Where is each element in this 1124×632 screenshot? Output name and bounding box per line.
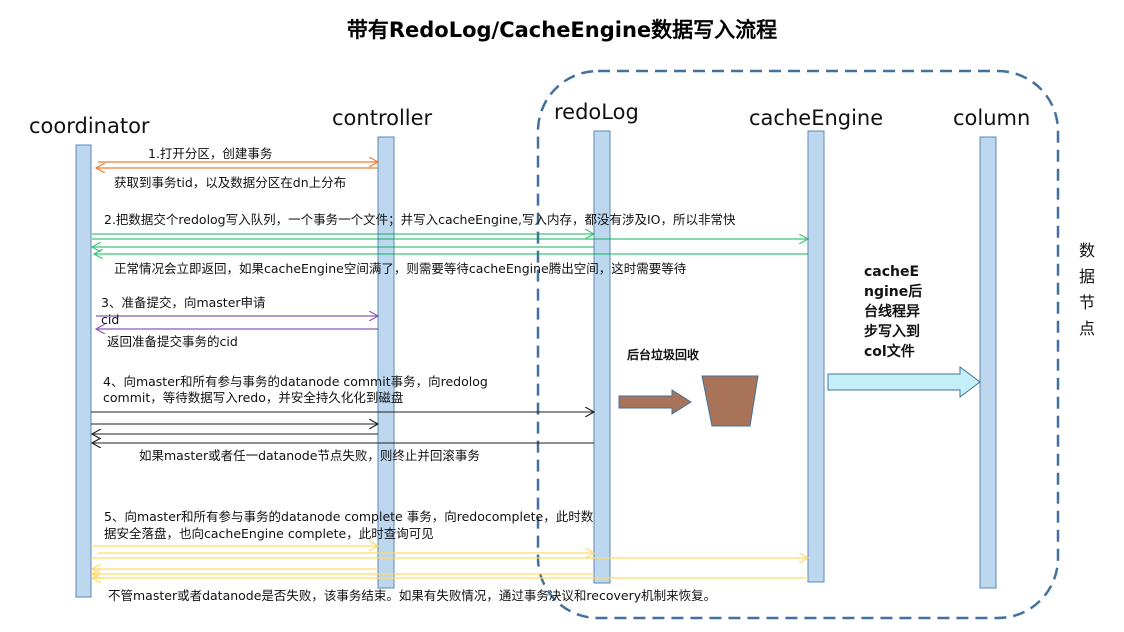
lifeline-column [979,136,997,589]
gc-label: 后台垃圾回收 [627,348,700,362]
data-node-label: 数据节点 [1079,241,1096,338]
step5-arrows [91,546,808,578]
step5-end-label: 不管master或者datanode是否失败，该事务结束。如果有失败情况，通过事… [108,588,717,603]
step3-return-label: 返回准备提交事务的cid [107,334,238,349]
diagram: 带有RedoLog/CacheEngine数据写入流程 coordinator … [0,0,1124,632]
participant-redolog: redoLog [554,100,639,124]
step4-label-line1: 4、向master和所有参与事务的datanode commit事务，向redo… [103,374,488,389]
step2-label: 2.把数据交个redolog写入队列，一个事务一个文件；并写入cacheEngi… [104,212,736,227]
note-line: 步写入到 [864,324,920,340]
participant-coordinator: coordinator [29,114,150,138]
page-title: 带有RedoLog/CacheEngine数据写入流程 [346,18,778,42]
lifeline-coordinator [75,144,92,598]
gc-arrow [618,389,692,415]
step3-label: 3、准备提交，向master申请 [101,295,266,310]
step1-arrows [96,162,378,168]
lifeline-redolog [593,130,611,584]
step1-return-label: 获取到事务tid，以及数据分区在dn上分布 [114,175,347,190]
step3-cid-label: cid [101,312,120,327]
note-line: 台线程异 [864,304,920,320]
participant-cacheengine: cacheEngine [749,106,884,130]
note-line: col文件 [864,344,915,360]
async-write-arrow [827,366,981,398]
step5-label-line2: 据安全落盘，也向cacheEngine complete，此时查询可见 [104,526,434,541]
lifeline-cacheengine [807,130,825,583]
participant-column: column [953,106,1031,130]
participant-controller: controller [332,106,433,130]
step3-arrows [96,316,378,329]
step4-fail-label: 如果master或者任一datanode节点失败，则终止并回滚事务 [139,448,480,463]
note-line: cacheE [864,264,920,280]
note-line: ngine后 [864,284,923,300]
step4-label-line2: commit，等待数据写入redo，并安全持久化化到磁盘 [103,390,404,405]
step4-arrows [91,412,594,443]
step1-label: 1.打开分区，创建事务 [148,146,273,161]
trash-bin-shape [701,375,759,427]
cache-async-note: cacheE ngine后 台线程异 步写入到 col文件 [864,262,922,362]
step2-return-label: 正常情况会立即返回，如果cacheEngine空间满了，则需要等待cacheEn… [114,261,687,276]
step2-arrows [92,234,808,254]
step5-label-line1: 5、向master和所有参与事务的datanode complete 事务，向r… [104,509,594,524]
